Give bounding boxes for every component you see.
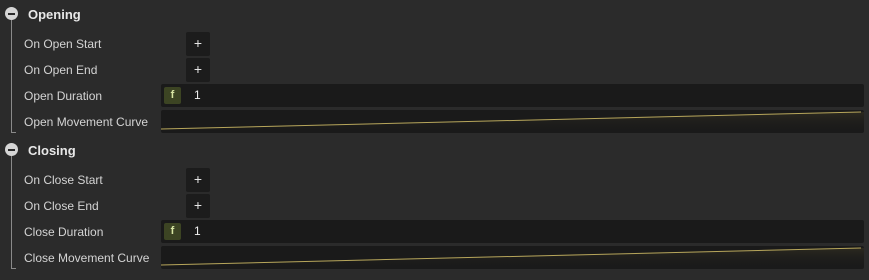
- close-duration-value[interactable]: 1: [194, 220, 201, 243]
- on-close-end-add-button[interactable]: +: [186, 194, 210, 218]
- closing-section: Closing On Close Start + On Close End + …: [0, 136, 869, 272]
- on-open-end-label: On Open End: [24, 63, 98, 77]
- on-open-start-row: On Open Start +: [0, 32, 869, 56]
- open-duration-field[interactable]: f 1: [161, 84, 864, 107]
- open-movement-curve-label: Open Movement Curve: [24, 115, 149, 129]
- close-movement-curve-row: Close Movement Curve: [0, 246, 869, 270]
- open-duration-row: Open Duration f 1: [0, 84, 869, 108]
- section-title: Opening: [28, 7, 81, 22]
- close-duration-field[interactable]: f 1: [161, 220, 864, 243]
- close-duration-label: Close Duration: [24, 225, 104, 239]
- on-open-start-add-button[interactable]: +: [186, 32, 210, 56]
- curve-area: [161, 112, 864, 133]
- on-close-start-row: On Close Start +: [0, 168, 869, 192]
- open-movement-curve-row: Open Movement Curve: [0, 110, 869, 134]
- collapse-icon[interactable]: [5, 7, 18, 20]
- on-close-start-label: On Close Start: [24, 173, 103, 187]
- close-duration-row: Close Duration f 1: [0, 220, 869, 244]
- collapse-icon[interactable]: [5, 143, 18, 156]
- curve-preview: [161, 111, 864, 133]
- inspector-panel: Opening On Open Start + On Open End + Op…: [0, 0, 869, 280]
- opening-section: Opening On Open Start + On Open End + Op…: [0, 0, 869, 136]
- on-open-end-add-button[interactable]: +: [186, 58, 210, 82]
- open-movement-curve-field[interactable]: [161, 110, 864, 133]
- float-type-icon: f: [164, 87, 181, 104]
- open-duration-label: Open Duration: [24, 89, 103, 103]
- on-open-end-row: On Open End +: [0, 58, 869, 82]
- on-open-start-label: On Open Start: [24, 37, 102, 51]
- on-close-end-label: On Close End: [24, 199, 99, 213]
- float-type-icon: f: [164, 223, 181, 240]
- close-movement-curve-label: Close Movement Curve: [24, 251, 150, 265]
- section-title: Closing: [28, 143, 76, 158]
- open-duration-value[interactable]: 1: [194, 84, 201, 107]
- close-movement-curve-field[interactable]: [161, 246, 864, 269]
- curve-preview: [161, 247, 864, 269]
- curve-area: [161, 248, 864, 269]
- on-close-end-row: On Close End +: [0, 194, 869, 218]
- on-close-start-add-button[interactable]: +: [186, 168, 210, 192]
